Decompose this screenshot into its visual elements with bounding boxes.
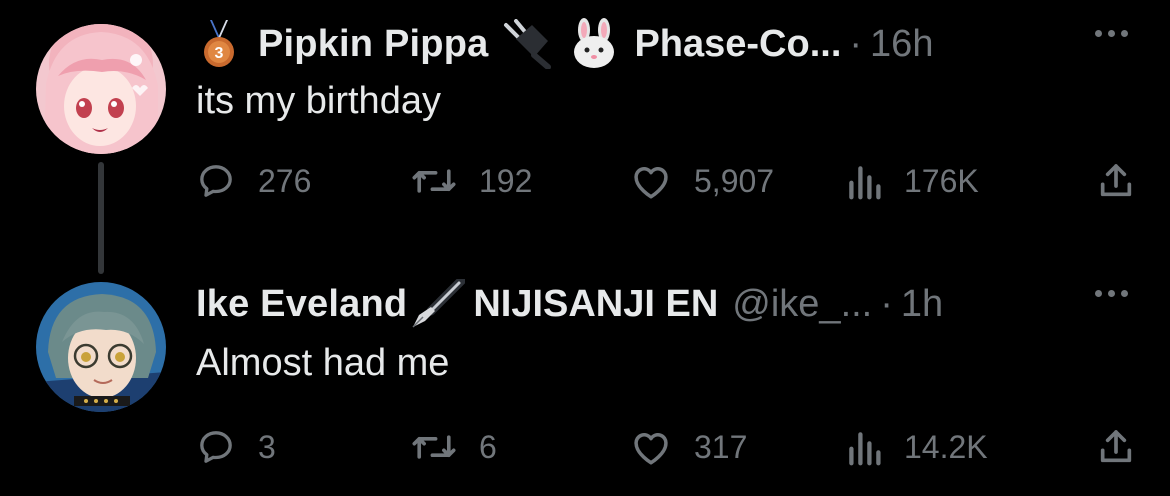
affiliation-label: Phase-Co... [634, 22, 842, 65]
views-chart-icon [846, 427, 882, 467]
timestamp[interactable]: 1h [901, 283, 943, 326]
display-name[interactable]: Pipkin Pippa [258, 23, 488, 66]
action-bar: 3 6 317 14.2K [196, 422, 1136, 472]
plug-icon [502, 19, 560, 69]
retweet-button[interactable]: 6 [411, 422, 497, 472]
tweet-header: 3 Pipkin Pippa Phase-Co... · 16h [196, 14, 933, 74]
svg-text:3: 3 [215, 45, 224, 62]
more-options-icon[interactable] [1095, 290, 1128, 297]
share-icon [1096, 427, 1136, 467]
retweet-icon [411, 161, 457, 201]
reply-button[interactable]: 276 [196, 156, 311, 206]
tweet[interactable]: 3 Pipkin Pippa Phase-Co... · 16h its my … [0, 0, 1170, 274]
avatar[interactable] [36, 282, 166, 412]
reply-count: 3 [258, 428, 276, 465]
more-options-icon[interactable] [1095, 30, 1128, 37]
views-count: 14.2K [904, 428, 988, 465]
user-handle[interactable]: @ike_... [732, 283, 872, 326]
reply-icon [196, 427, 236, 467]
tweet-text: its my birthday [196, 80, 441, 122]
tweet-text: Almost had me [196, 342, 450, 384]
heart-icon [630, 161, 672, 201]
like-button[interactable]: 317 [630, 422, 747, 472]
reply-button[interactable]: 3 [196, 422, 276, 472]
tweet-header: Ike Eveland NIJISANJI EN @ike_... · 1h [196, 274, 943, 334]
reply-icon [196, 161, 236, 201]
retweet-count: 192 [479, 162, 533, 199]
separator-dot: · [849, 22, 863, 65]
views-button[interactable]: 176K [846, 156, 979, 206]
reply-count: 276 [258, 162, 312, 199]
heart-icon [630, 427, 672, 467]
thread-connector [98, 162, 104, 274]
timestamp[interactable]: 16h [870, 23, 933, 66]
retweet-button[interactable]: 192 [411, 156, 532, 206]
views-button[interactable]: 14.2K [846, 422, 988, 472]
share-icon [1096, 161, 1136, 201]
display-name[interactable]: Ike Eveland [196, 283, 407, 326]
action-bar: 276 192 5,907 176K [196, 156, 1136, 206]
fountain-pen-icon [409, 279, 466, 329]
rabbit-face-icon [568, 18, 620, 70]
separator-dot: · [880, 282, 893, 325]
like-count: 5,907 [694, 162, 775, 199]
avatar[interactable] [36, 24, 166, 154]
retweet-icon [411, 427, 457, 467]
like-count: 317 [694, 428, 748, 465]
third-place-medal-icon: 3 [202, 20, 236, 68]
share-button[interactable] [1096, 156, 1136, 206]
tweet[interactable]: Ike Eveland NIJISANJI EN @ike_... · 1h A… [0, 260, 1170, 496]
views-chart-icon [846, 161, 882, 201]
affiliation-label: NIJISANJI EN [473, 282, 719, 325]
views-count: 176K [904, 162, 979, 199]
like-button[interactable]: 5,907 [630, 156, 774, 206]
retweet-count: 6 [479, 428, 497, 465]
share-button[interactable] [1096, 422, 1136, 472]
